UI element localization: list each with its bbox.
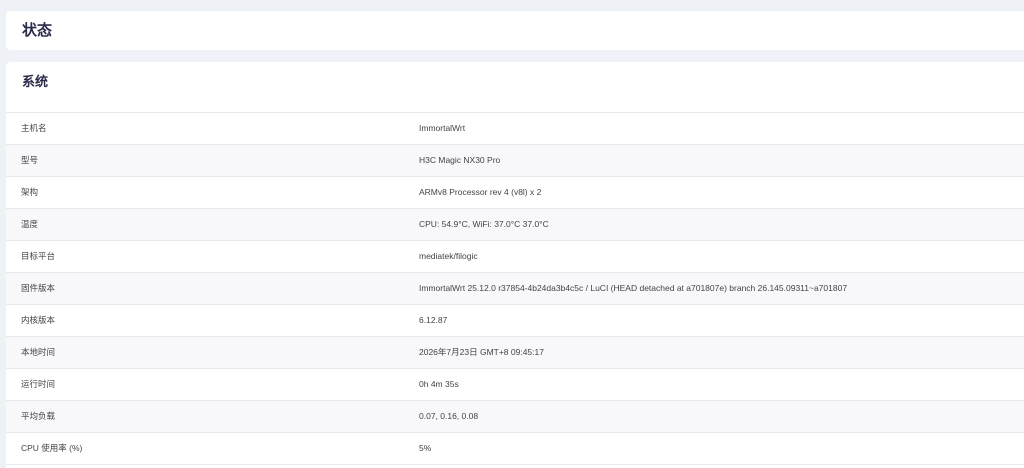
top-strip [0, 0, 1024, 10]
row-label: 本地时间 [21, 347, 56, 357]
row-value: 0h 4m 35s [419, 379, 459, 389]
system-panel: 系统 主机名 ImmortalWrt 型号 H3C Magic NX30 Pro… [6, 62, 1024, 468]
row-local-time: 本地时间 2026年7月23日 GMT+8 09:45:17 [6, 337, 1024, 369]
row-uptime: 运行时间 0h 4m 35s [6, 369, 1024, 401]
row-temperature: 温度 CPU: 54.9°C, WiFi: 37.0°C 37.0°C [6, 209, 1024, 241]
row-label: 型号 [21, 155, 39, 165]
row-value: ImmortalWrt 25.12.0 r37854-4b24da3b4c5c … [419, 283, 848, 293]
status-panel: 状态 [6, 11, 1024, 50]
row-value: 6.12.87 [419, 315, 448, 325]
row-model: 型号 H3C Magic NX30 Pro [6, 145, 1024, 177]
row-label: 固件版本 [21, 283, 56, 293]
row-value: 2026年7月23日 GMT+8 09:45:17 [419, 347, 544, 357]
row-hostname: 主机名 ImmortalWrt [6, 113, 1024, 145]
row-label: 架构 [21, 187, 39, 197]
row-label: 运行时间 [21, 379, 56, 389]
row-kernel-version: 内核版本 6.12.87 [6, 305, 1024, 337]
row-label: CPU 使用率 (%) [21, 443, 83, 453]
system-info-table: 主机名 ImmortalWrt 型号 H3C Magic NX30 Pro 架构… [6, 112, 1024, 465]
row-load-average: 平均负载 0.07, 0.16, 0.08 [6, 401, 1024, 433]
row-label: 目标平台 [21, 251, 56, 261]
row-value: 0.07, 0.16, 0.08 [419, 411, 479, 421]
row-value: ImmortalWrt [419, 123, 466, 133]
row-value: mediatek/filogic [419, 251, 478, 261]
status-title: 状态 [22, 22, 53, 39]
row-firmware-version: 固件版本 ImmortalWrt 25.12.0 r37854-4b24da3b… [6, 273, 1024, 305]
row-value: CPU: 54.9°C, WiFi: 37.0°C 37.0°C [419, 219, 549, 229]
row-target-platform: 目标平台 mediatek/filogic [6, 241, 1024, 273]
row-label: 温度 [21, 219, 39, 229]
row-value: H3C Magic NX30 Pro [419, 155, 501, 165]
system-title: 系统 [22, 74, 49, 89]
row-value: ARMv8 Processor rev 4 (v8l) x 2 [419, 187, 542, 197]
row-label: 主机名 [21, 123, 47, 133]
row-cpu-usage: CPU 使用率 (%) 5% [6, 433, 1024, 465]
row-architecture: 架构 ARMv8 Processor rev 4 (v8l) x 2 [6, 177, 1024, 209]
row-value: 5% [419, 443, 432, 453]
row-label: 平均负载 [21, 411, 56, 421]
row-label: 内核版本 [21, 315, 56, 325]
